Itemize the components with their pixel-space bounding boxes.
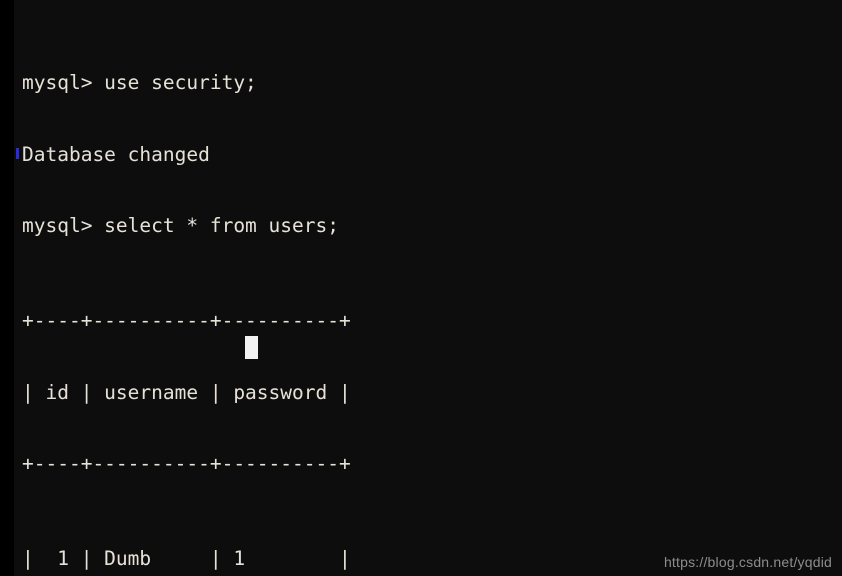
table-border-header: +----+----------+----------+ xyxy=(22,452,351,476)
terminal-line-database-changed: Database changed xyxy=(22,142,210,166)
watermark-url: https://blog.csdn.net/yqdid xyxy=(663,554,832,570)
terminal-line-command-use: mysql> use security; xyxy=(22,71,257,95)
terminal-screen: mysql> use security; Database changed my… xyxy=(0,0,842,576)
render-artifact xyxy=(16,148,19,159)
table-header-row: | id | username | password | xyxy=(22,380,351,404)
terminal-output[interactable]: mysql> use security; Database changed my… xyxy=(14,0,842,576)
text-cursor xyxy=(245,336,258,359)
terminal-left-gutter xyxy=(0,0,14,576)
terminal-line-command-select: mysql> select * from users; xyxy=(22,214,339,238)
table-border-top: +----+----------+----------+ xyxy=(22,309,351,333)
